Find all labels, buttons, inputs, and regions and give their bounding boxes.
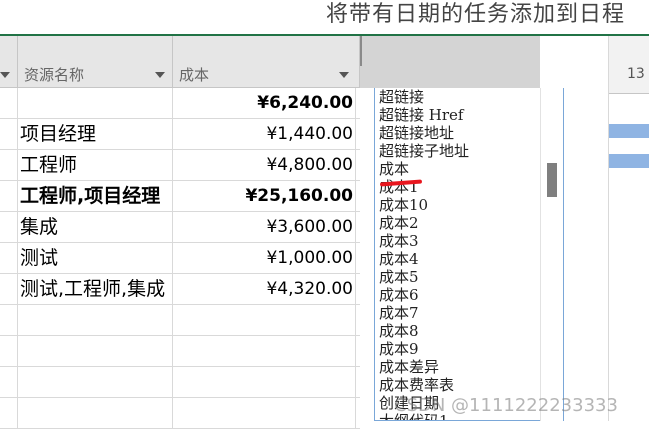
column-header-resource-name[interactable]: 资源名称 xyxy=(18,36,173,88)
gantt-bar[interactable] xyxy=(609,124,649,138)
cost-cell[interactable]: ¥1,440.00 xyxy=(173,119,356,150)
resource-name-cell[interactable]: 集成 xyxy=(18,212,173,243)
table-row[interactable] xyxy=(0,305,360,336)
timescale-header: 13 xyxy=(609,36,649,94)
resource-name-cell[interactable]: 工程师 xyxy=(18,150,173,181)
table-row[interactable]: ¥6,240.00 xyxy=(0,88,360,119)
field-name-dropdown-list[interactable]: 超链接 超链接 Href 超链接地址 超链接子地址 成本 成本1 成本10 成本2 成本3 成本4… xyxy=(374,88,564,421)
field-list-item[interactable]: 成本5 xyxy=(379,268,419,286)
column-header-cost[interactable]: 成本 xyxy=(173,36,360,88)
field-list-item[interactable]: 超链接 Href xyxy=(379,106,463,124)
timescale-label: 13 xyxy=(627,66,645,82)
cost-cell[interactable] xyxy=(173,336,356,367)
row-indicator-cell[interactable] xyxy=(0,119,18,150)
field-list-item[interactable]: 成本差异 xyxy=(379,358,439,376)
cost-cell[interactable]: ¥3,600.00 xyxy=(173,212,356,243)
field-list-item[interactable]: 成本2 xyxy=(379,214,419,232)
scrollbar-thumb[interactable] xyxy=(547,163,557,197)
table-row[interactable]: 集成 ¥3,600.00 xyxy=(0,212,360,243)
window-title: 将带有日期的任务添加到日程 xyxy=(326,2,626,27)
cost-cell[interactable]: ¥1,000.00 xyxy=(173,243,356,274)
field-list-item[interactable]: 成本9 xyxy=(379,340,419,358)
table-row[interactable]: 测试,工程师,集成 ¥4,320.00 xyxy=(0,274,360,305)
row-indicator-cell[interactable] xyxy=(0,398,18,429)
table-row[interactable] xyxy=(0,398,360,429)
cost-cell[interactable] xyxy=(173,305,356,336)
row-indicator-cell[interactable] xyxy=(0,243,18,274)
cost-cell[interactable] xyxy=(173,367,356,398)
column-header-label: 成本 xyxy=(179,66,210,84)
row-indicator-cell[interactable] xyxy=(0,150,18,181)
dropdown-scrollbar[interactable] xyxy=(540,88,563,421)
field-list-item[interactable]: 成本6 xyxy=(379,286,419,304)
table-row[interactable]: 工程师,项目经理 ¥25,160.00 xyxy=(0,181,360,212)
filter-dropdown-icon[interactable] xyxy=(155,72,165,78)
row-indicator-cell[interactable] xyxy=(0,336,18,367)
row-indicator-cell[interactable] xyxy=(0,88,18,119)
resource-name-cell[interactable]: 项目经理 xyxy=(18,119,173,150)
field-list-item[interactable]: 成本10 xyxy=(379,196,428,214)
field-list-item[interactable]: 成本4 xyxy=(379,250,419,268)
field-list-item[interactable]: 超链接 xyxy=(379,88,424,106)
column-insert-header[interactable] xyxy=(360,36,540,88)
row-indicator-cell[interactable] xyxy=(0,181,18,212)
gantt-chart: 13 xyxy=(608,36,649,421)
table-row[interactable] xyxy=(0,336,360,367)
resource-grid: 资源名称 成本 ¥6,240.00 项目经理 ¥1,440.00 工程师 ¥4,800.… xyxy=(0,36,360,429)
watermark: CSDN @1111222233333 xyxy=(394,395,618,416)
field-list-item[interactable]: 超链接子地址 xyxy=(379,142,469,160)
title-bar: 将带有日期的任务添加到日程 xyxy=(0,0,649,36)
cost-cell[interactable]: ¥6,240.00 xyxy=(173,88,356,119)
resource-name-cell[interactable]: 工程师,项目经理 xyxy=(18,181,173,212)
cost-cell[interactable]: ¥4,320.00 xyxy=(173,274,356,305)
resource-name-cell[interactable] xyxy=(18,398,173,429)
field-list-item[interactable]: 成本7 xyxy=(379,304,419,322)
resource-name-cell[interactable] xyxy=(18,336,173,367)
column-header-label: 资源名称 xyxy=(24,66,85,84)
filter-dropdown-icon[interactable] xyxy=(339,72,349,78)
row-indicator-cell[interactable] xyxy=(0,305,18,336)
cost-cell[interactable]: ¥25,160.00 xyxy=(173,181,356,212)
field-list-item[interactable]: 成本费率表 xyxy=(379,376,454,394)
column-header-indicator[interactable] xyxy=(0,36,18,88)
field-list-item[interactable]: 成本8 xyxy=(379,322,419,340)
resource-name-cell[interactable]: 测试 xyxy=(18,243,173,274)
column-divider xyxy=(360,36,362,66)
cost-cell[interactable] xyxy=(173,398,356,429)
resource-name-cell[interactable] xyxy=(18,305,173,336)
field-list-item[interactable]: 成本3 xyxy=(379,232,419,250)
filter-dropdown-icon[interactable] xyxy=(0,72,10,78)
table-row[interactable]: 工程师 ¥4,800.00 xyxy=(0,150,360,181)
table-row[interactable]: 项目经理 ¥1,440.00 xyxy=(0,119,360,150)
resource-name-cell[interactable] xyxy=(18,367,173,398)
field-list-item[interactable]: 成本 xyxy=(379,160,409,178)
field-list-item[interactable]: 超链接地址 xyxy=(379,124,454,142)
row-indicator-cell[interactable] xyxy=(0,212,18,243)
grid-spacer xyxy=(564,36,608,421)
row-indicator-cell[interactable] xyxy=(0,367,18,398)
cost-cell[interactable]: ¥4,800.00 xyxy=(173,150,356,181)
table-row[interactable] xyxy=(0,367,360,398)
table-row[interactable]: 测试 ¥1,000.00 xyxy=(0,243,360,274)
resource-name-cell[interactable]: 测试,工程师,集成 xyxy=(18,274,173,305)
gantt-bar[interactable] xyxy=(609,154,649,168)
resource-name-cell[interactable] xyxy=(18,88,173,119)
row-indicator-cell[interactable] xyxy=(0,274,18,305)
